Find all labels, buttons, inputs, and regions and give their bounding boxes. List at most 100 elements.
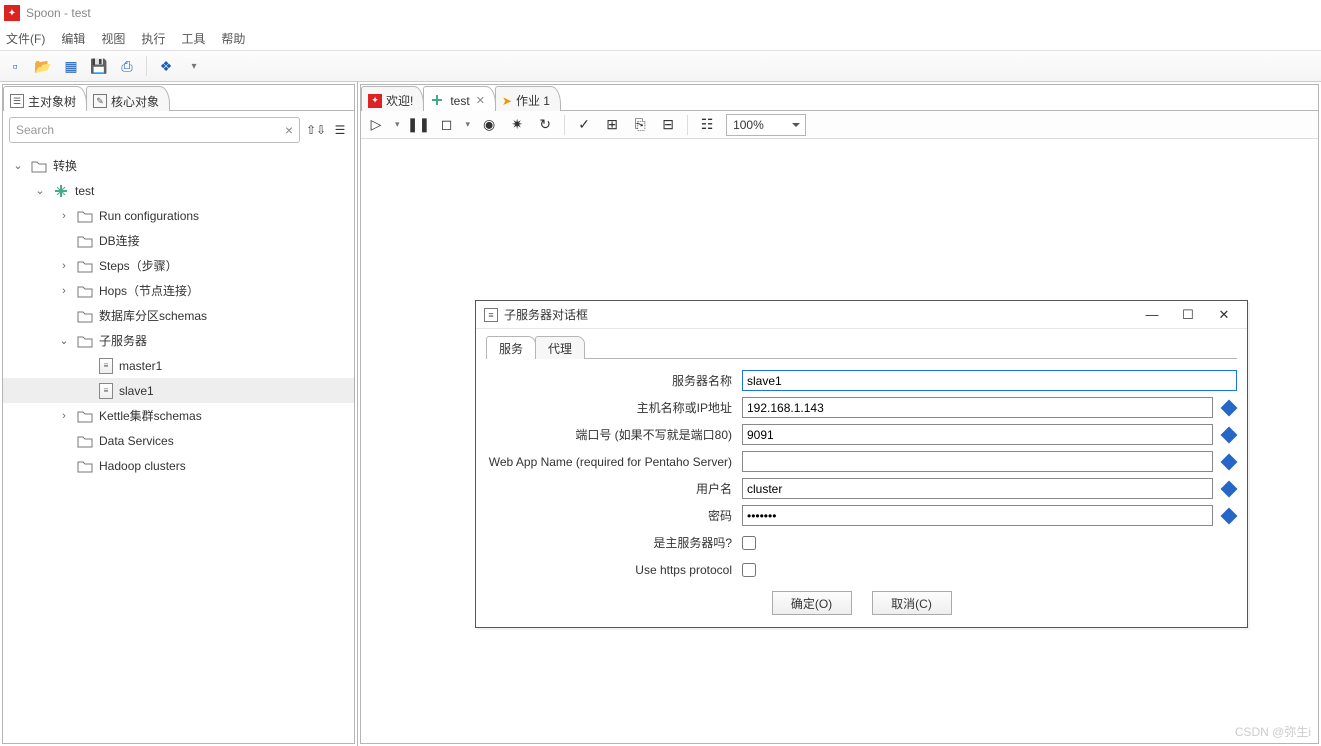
pause-icon[interactable]: ❚❚ [410,116,428,134]
tree-icon: ☰ [10,94,24,108]
dialog-titlebar: ≡ 子服务器对话框 — ☐ ✕ [476,301,1247,329]
close-icon[interactable]: ✕ [476,94,485,107]
tree-master1[interactable]: ≡ master1 [3,353,354,378]
input-user[interactable] [742,478,1213,499]
collapse-all-icon[interactable]: ☰ [332,123,348,137]
ok-button[interactable]: 确定(O) [772,591,852,615]
dropdown-icon[interactable]: ▾ [185,57,203,75]
search-input[interactable]: Search × [9,117,300,143]
twisty-icon[interactable]: ⌄ [33,184,47,197]
explore-db-icon[interactable]: ⊟ [659,116,677,134]
tree-transform-label: test [75,184,94,198]
tree-hops[interactable]: › Hops（节点连接） [3,278,354,303]
transform-icon [53,183,69,199]
twisty-icon[interactable]: › [57,285,71,297]
editor-toolbar: ▷ ▾ ❚❚ ◻ ▾ ◉ ✷ ↻ ✓ ⊞ ⎘ ⊟ ☷ 100% [361,111,1318,139]
input-server-name[interactable] [742,370,1237,391]
tab-service[interactable]: 服务 [486,336,536,359]
menu-view[interactable]: 视图 [101,30,125,47]
twisty-icon[interactable]: › [57,210,71,222]
tab-job1[interactable]: ➤ 作业 1 [495,86,561,111]
menu-tools[interactable]: 工具 [181,30,205,47]
checkbox-https[interactable] [742,563,756,577]
tree-subservers[interactable]: ⌄ 子服务器 [3,328,354,353]
save-icon[interactable]: 💾 [90,57,108,75]
stop-dropdown-icon[interactable]: ▾ [466,119,471,130]
sql-icon[interactable]: ⎘ [631,116,649,134]
minimize-icon[interactable]: — [1137,305,1167,325]
tree-runconfig[interactable]: › Run configurations [3,203,354,228]
label-user: 用户名 [486,480,736,497]
open-icon[interactable]: 📂 [34,57,52,75]
preview-icon[interactable]: ◉ [480,116,498,134]
tree-hadoop[interactable]: › Hadoop clusters [3,453,354,478]
tree-dbconn[interactable]: › DB连接 [3,228,354,253]
replay-icon[interactable]: ↻ [536,116,554,134]
show-results-icon[interactable]: ☷ [698,116,716,134]
cancel-button[interactable]: 取消(C) [872,591,952,615]
search-placeholder: Search [16,123,54,137]
menu-run[interactable]: 执行 [141,30,165,47]
tab-welcome[interactable]: ✦ 欢迎! [361,86,424,111]
dialog-tabs: 服务 代理 [486,335,1237,359]
checkbox-is-master[interactable] [742,536,756,550]
left-tabs: ☰ 主对象树 ✎ 核心对象 [3,85,354,111]
stop-icon[interactable]: ◻ [438,116,456,134]
transform-icon [430,93,446,109]
left-panel: ☰ 主对象树 ✎ 核心对象 Search × ⇧⇩ ☰ ⌄ [0,82,358,746]
tab-proxy[interactable]: 代理 [535,336,585,359]
menu-bar: 文件(F) 编辑 视图 执行 工具 帮助 [0,26,1321,50]
save-as-icon[interactable]: ⎙ [118,57,136,75]
tree-item-label: Hadoop clusters [99,459,186,473]
input-host[interactable] [742,397,1213,418]
menu-edit[interactable]: 编辑 [61,30,85,47]
menu-help[interactable]: 帮助 [221,30,245,47]
folder-icon [77,409,93,423]
run-dropdown-icon[interactable]: ▾ [395,119,400,130]
label-is-master: 是主服务器吗? [486,534,736,551]
tree-steps[interactable]: › Steps（步骤） [3,253,354,278]
server-icon: ≡ [99,383,113,399]
input-pass[interactable] [742,505,1213,526]
twisty-icon[interactable]: › [57,260,71,272]
tree-item-label: master1 [119,359,162,373]
tree-kettlecluster[interactable]: › Kettle集群schemas [3,403,354,428]
variable-icon[interactable] [1221,453,1238,470]
run-icon[interactable]: ▷ [367,116,385,134]
main-toolbar: ▫ 📂 ▦ 💾 ⎙ ❖ ▾ [0,50,1321,82]
tree-dbpartition[interactable]: › 数据库分区schemas [3,303,354,328]
folder-icon [77,309,93,323]
twisty-icon[interactable]: ⌄ [57,334,71,347]
tree-dataservices[interactable]: › Data Services [3,428,354,453]
tab-test[interactable]: test ✕ [423,86,496,111]
verify-icon[interactable]: ✓ [575,116,593,134]
input-webapp[interactable] [742,451,1213,472]
variable-icon[interactable] [1221,507,1238,524]
tab-main-tree[interactable]: ☰ 主对象树 [3,86,87,111]
variable-icon[interactable] [1221,399,1238,416]
expand-all-icon[interactable]: ⇧⇩ [308,123,324,137]
app-icon: ✦ [4,5,20,21]
variable-icon[interactable] [1221,426,1238,443]
tree-transform[interactable]: ⌄ test [3,178,354,203]
tree-slave1[interactable]: ≡ slave1 [3,378,354,403]
row-port: 端口号 (如果不写就是端口80) [486,421,1237,448]
menu-file[interactable]: 文件(F) [6,30,45,47]
tree-root[interactable]: ⌄ 转换 [3,153,354,178]
impact-icon[interactable]: ⊞ [603,116,621,134]
close-icon[interactable]: ✕ [1209,305,1239,325]
twisty-icon[interactable]: › [57,410,71,422]
tree-item-label: Steps（步骤） [99,257,178,274]
new-icon[interactable]: ▫ [6,57,24,75]
zoom-select[interactable]: 100% [726,114,806,136]
input-port[interactable] [742,424,1213,445]
row-webapp: Web App Name (required for Pentaho Serve… [486,448,1237,475]
explore-icon[interactable]: ▦ [62,57,80,75]
twisty-icon[interactable]: ⌄ [11,159,25,172]
tab-core-objects[interactable]: ✎ 核心对象 [86,86,170,111]
maximize-icon[interactable]: ☐ [1173,305,1203,325]
clear-search-icon[interactable]: × [285,122,293,138]
debug-icon[interactable]: ✷ [508,116,526,134]
layers-icon[interactable]: ❖ [157,57,175,75]
variable-icon[interactable] [1221,480,1238,497]
